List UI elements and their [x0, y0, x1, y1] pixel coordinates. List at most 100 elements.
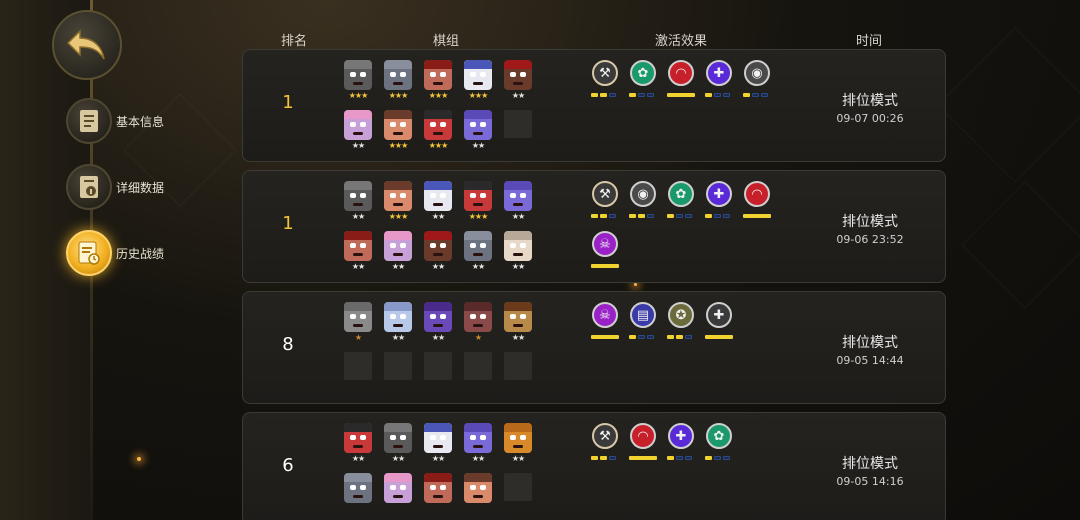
unit-portrait[interactable]: [424, 473, 452, 517]
star-rating: ★★: [351, 141, 365, 150]
unit-portrait[interactable]: ★★: [384, 423, 412, 467]
header-rank: 排名: [281, 34, 308, 49]
unit-portrait[interactable]: ★: [344, 302, 372, 346]
star-rating: ★★: [511, 91, 525, 100]
unit-portrait[interactable]: ★★★: [384, 181, 412, 225]
trait-badge[interactable]: ◠: [743, 181, 771, 225]
trait-badge[interactable]: ✪: [667, 302, 695, 346]
trait-icon: ⚒: [592, 60, 618, 86]
unit-portrait[interactable]: ★★★: [464, 60, 492, 104]
trait-badge[interactable]: ✿: [667, 181, 695, 225]
trait-badge[interactable]: ✚: [705, 60, 733, 104]
star-rating: ★: [354, 333, 362, 342]
unit-portrait[interactable]: [464, 473, 492, 517]
history-clock-icon: [66, 230, 112, 276]
unit-portrait[interactable]: ★★: [344, 110, 372, 154]
unit-portrait[interactable]: ★★: [384, 302, 412, 346]
trait-level-bar: [629, 93, 654, 97]
unit-portrait[interactable]: ★★: [464, 231, 492, 275]
match-record-row[interactable]: 6 ★★ ★★ ★★ ★★ ★★ ⚒ ◠ ✚ ✿ 排位模式 09-05 14:16: [242, 412, 946, 520]
star-rating: ★: [474, 333, 482, 342]
unit-portrait[interactable]: ★★: [464, 423, 492, 467]
unit-portrait[interactable]: ★★: [504, 181, 532, 225]
trait-level-bar: [591, 335, 619, 339]
trait-icon: ✪: [668, 302, 694, 328]
trait-level-bar: [743, 93, 768, 97]
star-rating: ★★: [471, 141, 485, 150]
star-rating: ★★★: [388, 212, 409, 221]
trait-badge[interactable]: ⚒: [591, 423, 619, 467]
match-timestamp: 09-05 14:16: [836, 475, 904, 488]
trait-badge[interactable]: ▤: [629, 302, 657, 346]
trait-badge[interactable]: ⚒: [591, 181, 619, 225]
match-record-row[interactable]: 1 ★★★ ★★★ ★★★ ★★★ ★★ ★★ ★★★ ★★★ ★★ ⚒ ✿ ◠ ✚ ◉ 排位模式 09-07 …: [242, 49, 946, 162]
trait-badge[interactable]: ◉: [629, 181, 657, 225]
unit-portrait[interactable]: ★★★: [384, 60, 412, 104]
trait-badge[interactable]: ☠: [591, 302, 619, 346]
trait-level-bar: [629, 335, 654, 339]
unit-portrait[interactable]: ★★: [424, 423, 452, 467]
background-decoration: [961, 181, 1080, 309]
star-rating: ★★: [391, 333, 405, 342]
unit-portrait[interactable]: ★★★: [384, 110, 412, 154]
trait-icon: ☠: [592, 231, 618, 257]
unit-portrait[interactable]: ★★: [504, 231, 532, 275]
trait-icon: ✿: [668, 181, 694, 207]
trait-icon: ◉: [630, 181, 656, 207]
rank-value: 6: [282, 455, 294, 476]
trait-badge[interactable]: ✿: [629, 60, 657, 104]
unit-portrait[interactable]: ★★★: [464, 181, 492, 225]
match-time: 排位模式 09-05 14:44: [795, 332, 945, 367]
star-rating: ★★: [431, 262, 445, 271]
nav-item-history[interactable]: 历史战绩: [66, 230, 164, 276]
trait-badge[interactable]: ◠: [629, 423, 657, 467]
empty-unit-slot: [504, 352, 532, 396]
trait-icon: ◠: [668, 60, 694, 86]
trait-badge[interactable]: ◉: [743, 60, 771, 104]
unit-portrait[interactable]: ★★: [424, 181, 452, 225]
trait-level-bar: [667, 456, 692, 460]
spark-particle: [634, 283, 637, 286]
trait-badge[interactable]: ⚒: [591, 60, 619, 104]
header-traits: 激活效果: [655, 34, 708, 49]
trait-badge[interactable]: ◠: [667, 60, 695, 104]
nav-item-detail-data[interactable]: 详细数据: [66, 164, 164, 210]
trait-level-bar: [629, 456, 657, 460]
unit-portrait[interactable]: ★★: [344, 181, 372, 225]
unit-portrait[interactable]: ★: [464, 302, 492, 346]
unit-portrait[interactable]: [384, 473, 412, 517]
game-mode-label: 排位模式: [842, 456, 898, 472]
unit-portrait[interactable]: ★★: [344, 423, 372, 467]
unit-portrait[interactable]: ★★: [504, 423, 532, 467]
trait-badge[interactable]: ☠: [591, 231, 619, 275]
match-record-row[interactable]: 1 ★★ ★★★ ★★ ★★★ ★★ ★★ ★★ ★★ ★★ ★★ ⚒ ◉ ✿ ✚ ◠ ☠ 排位模式 09-06 2…: [242, 170, 946, 283]
unit-portrait[interactable]: ★★: [424, 231, 452, 275]
unit-portrait[interactable]: ★★★: [344, 60, 372, 104]
trait-badge[interactable]: ✿: [705, 423, 733, 467]
header-lineup: 棋组: [433, 34, 460, 49]
trait-badge[interactable]: ✚: [705, 302, 733, 346]
unit-portrait[interactable]: ★★★: [424, 60, 452, 104]
unit-portrait[interactable]: ★★: [344, 231, 372, 275]
unit-portrait[interactable]: ★★: [384, 231, 412, 275]
match-record-row[interactable]: 8 ★ ★★ ★★ ★ ★★ ☠ ▤ ✪ ✚ 排位模式 09-05 14:44: [242, 291, 946, 404]
trait-badge[interactable]: ✚: [705, 181, 733, 225]
star-rating: ★★★: [388, 91, 409, 100]
unit-portrait[interactable]: ★★: [464, 110, 492, 154]
trait-badge[interactable]: ✚: [667, 423, 695, 467]
empty-unit-slot: [344, 352, 372, 396]
unit-portrait[interactable]: [344, 473, 372, 517]
unit-portrait[interactable]: ★★: [424, 302, 452, 346]
unit-portrait[interactable]: ★★★: [424, 110, 452, 154]
match-timestamp: 09-05 14:44: [836, 354, 904, 367]
match-time: 排位模式 09-07 00:26: [795, 90, 945, 125]
empty-unit-slot: [464, 352, 492, 396]
unit-portrait[interactable]: ★★: [504, 302, 532, 346]
back-button[interactable]: [52, 10, 122, 80]
game-mode-label: 排位模式: [842, 93, 898, 109]
nav-item-basic-info[interactable]: 基本信息: [66, 98, 164, 144]
trait-icon: ▤: [630, 302, 656, 328]
unit-portrait[interactable]: ★★: [504, 60, 532, 104]
trait-level-bar: [591, 456, 616, 460]
spark-particle: [137, 457, 141, 461]
